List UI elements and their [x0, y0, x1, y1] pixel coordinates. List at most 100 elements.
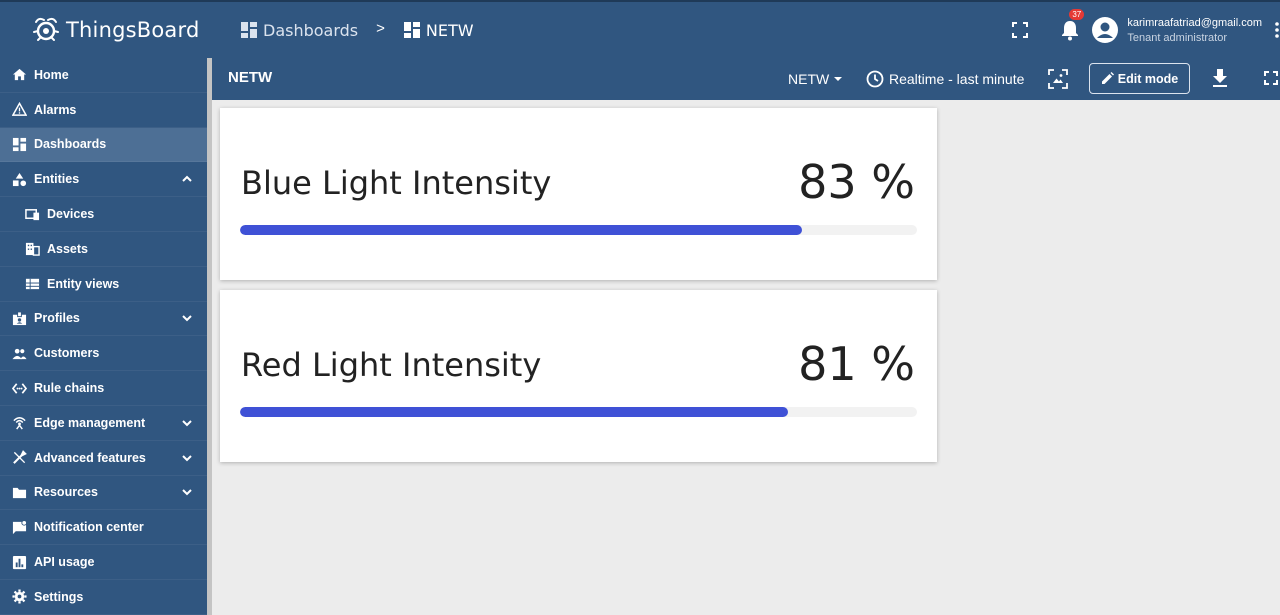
sidebar-item-entities[interactable]: Entities [0, 162, 207, 198]
app-logo[interactable]: ThingsBoard [0, 2, 212, 58]
folder-icon [12, 487, 27, 499]
user-menu[interactable]: karimraafatriad@gmail.com Tenant adminis… [1127, 17, 1262, 44]
dashboard-icon [12, 137, 27, 152]
sidebar-item-customers[interactable]: Customers [0, 336, 207, 372]
people-icon [12, 348, 27, 359]
widget-value: 81 % [798, 337, 915, 391]
view-list-icon [25, 278, 40, 290]
building-icon [25, 243, 40, 257]
settings-ethernet-icon [12, 382, 27, 394]
breadcrumb-separator: > [376, 19, 385, 37]
sidebar-item-label: Rule chains [34, 381, 105, 396]
progress-widget-blue: Blue Light Intensity 83 % [220, 108, 937, 280]
sidebar-item-label: Home [34, 67, 69, 82]
breadcrumb-dashboards[interactable]: Dashboards [240, 21, 358, 40]
mark-chat-icon [12, 519, 27, 534]
sidebar-item-label: Entities [34, 172, 80, 187]
devices-icon [25, 208, 40, 220]
pencil-icon [1101, 72, 1114, 84]
progress-widget-red: Red Light Intensity 81 % [220, 290, 937, 462]
sidebar-item-advanced-features[interactable]: Advanced features [0, 441, 207, 476]
sidebar-item-alarms[interactable]: Alarms [0, 93, 207, 128]
gear-icon [12, 589, 27, 604]
download-icon[interactable] [1211, 68, 1229, 88]
sidebar-item-rule-chains[interactable]: Rule chains [0, 371, 207, 406]
sidebar-item-edge-management[interactable]: Edge management [0, 406, 207, 441]
chevron-down-icon [182, 315, 192, 322]
sidebar: Home Alarms Dashboards Entities Devices … [0, 58, 207, 615]
dashboard-state-select[interactable]: NETW [788, 58, 843, 100]
sidebar-item-label: Notification center [34, 520, 144, 535]
avatar-icon[interactable] [1092, 17, 1119, 43]
breadcrumb-current: NETW [403, 21, 474, 40]
bell-icon [1062, 21, 1079, 41]
edit-mode-button[interactable]: Edit mode [1089, 63, 1190, 94]
shapes-icon [12, 172, 27, 186]
dashboard-title: NETW [228, 69, 273, 86]
sidebar-scrollbar[interactable] [207, 58, 212, 615]
chevron-down-icon [182, 454, 192, 462]
home-icon [12, 69, 27, 81]
sidebar-item-dashboards[interactable]: Dashboards [0, 127, 207, 163]
user-email: karimraafatriad@gmail.com [1127, 16, 1262, 29]
progress-fill [240, 407, 789, 417]
progress-fill [240, 225, 802, 235]
timewindow-button[interactable]: Realtime - last minute [866, 58, 1024, 100]
widget-label: Red Light Intensity [241, 346, 542, 384]
sidebar-item-devices[interactable]: Devices [0, 197, 207, 232]
widget-value: 83 % [798, 155, 915, 209]
export-image-icon[interactable] [1048, 69, 1068, 89]
chevron-down-icon [182, 420, 192, 427]
sidebar-item-label: Alarms [34, 102, 77, 117]
more-vert-icon[interactable] [1274, 22, 1280, 38]
dashboard-icon [241, 22, 257, 38]
dashboard-toolbar: NETW NETW Realtime - last minute Edit mo… [212, 58, 1280, 100]
sidebar-item-label: Dashboards [34, 137, 107, 152]
timewindow-label: Realtime - last minute [889, 71, 1025, 87]
fullscreen-icon[interactable] [1012, 22, 1029, 38]
breadcrumb-current-label: NETW [425, 20, 474, 40]
sidebar-item-label: Assets [47, 241, 88, 256]
clock-icon [866, 70, 884, 88]
tools-icon [13, 450, 27, 465]
sidebar-item-label: Advanced features [34, 450, 146, 465]
app-name: ThingsBoard [66, 18, 200, 42]
sidebar-item-label: Settings [34, 589, 84, 604]
fullscreen-icon[interactable] [1264, 71, 1278, 85]
top-header: ThingsBoard Dashboards > NETW 37 karimra… [0, 0, 1280, 58]
notification-count-badge: 37 [1069, 9, 1085, 20]
breadcrumb: Dashboards > NETW [240, 2, 474, 58]
dashboard-state-label: NETW [788, 71, 830, 87]
sidebar-item-api-usage[interactable]: API usage [0, 545, 207, 580]
chevron-up-icon [182, 175, 192, 182]
arrow-drop-down-icon [834, 77, 843, 81]
insert-chart-icon [12, 555, 27, 569]
sidebar-item-notification-center[interactable]: Notification center [0, 510, 207, 546]
user-role: Tenant administrator [1127, 31, 1228, 44]
sidebar-item-label: API usage [34, 555, 95, 570]
badge-icon [12, 311, 27, 326]
sidebar-item-profiles[interactable]: Profiles [0, 302, 207, 337]
breadcrumb-root-label: Dashboards [263, 20, 359, 40]
router-icon [13, 417, 26, 430]
notifications-button[interactable]: 37 [1060, 9, 1085, 41]
chevron-down-icon [182, 489, 192, 496]
header-actions: 37 karimraafatriad@gmail.com Tenant admi… [1012, 2, 1280, 58]
sidebar-item-label: Customers [34, 346, 100, 361]
sidebar-item-settings[interactable]: Settings [0, 580, 207, 615]
widget-label: Blue Light Intensity [241, 164, 552, 202]
sidebar-item-label: Profiles [34, 311, 80, 326]
warning-icon [12, 102, 27, 117]
sidebar-item-resources[interactable]: Resources [0, 476, 207, 511]
sidebar-item-label: Resources [34, 485, 98, 500]
dashboard-icon [403, 22, 420, 38]
sidebar-item-label: Edge management [34, 415, 146, 430]
thingsboard-logo-icon [33, 17, 59, 41]
sidebar-item-assets[interactable]: Assets [0, 232, 207, 267]
sidebar-item-entity-views[interactable]: Entity views [0, 267, 207, 302]
progress-track [240, 225, 917, 235]
progress-track [240, 407, 917, 417]
edit-mode-label: Edit mode [1117, 71, 1179, 86]
sidebar-item-label: Entity views [47, 276, 120, 291]
sidebar-item-home[interactable]: Home [0, 58, 207, 93]
